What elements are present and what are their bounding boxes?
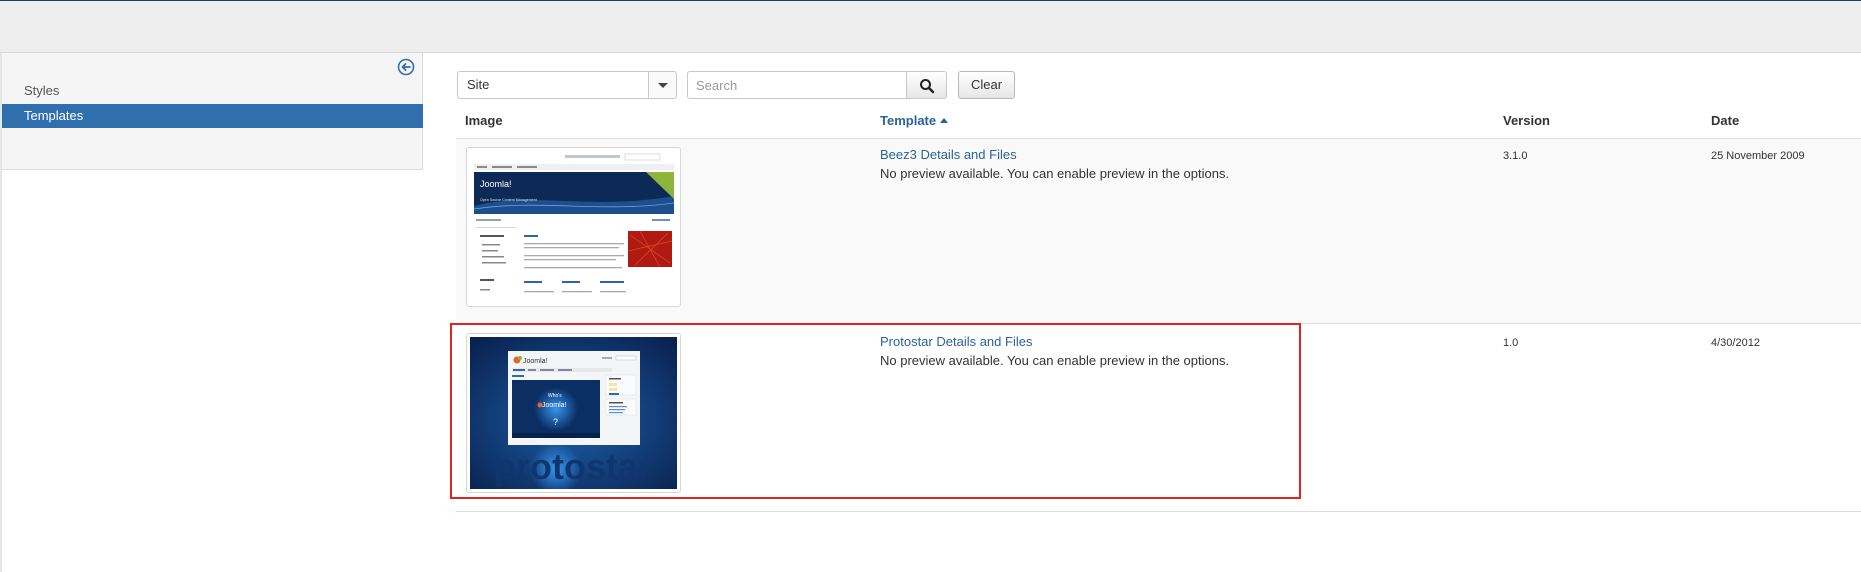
column-header-version: Version [1503,113,1550,128]
search-button[interactable] [906,71,947,99]
select-dropdown-toggle[interactable] [648,72,676,98]
sidebar-item-label: Templates [24,108,84,123]
template-link-beez3[interactable]: Beez3 Details and Files [880,147,1017,162]
template-note: No preview available. You can enable pre… [880,166,1230,181]
sidebar-item-templates[interactable]: Templates [2,104,423,128]
template-version: 1.0 [1503,337,1519,349]
template-date: 4/30/2012 [1711,337,1760,349]
sidebar: Styles Templates [2,53,423,170]
svg-text:Joomla!: Joomla! [542,402,567,409]
template-date: 25 November 2009 [1711,150,1805,162]
sort-ascending-icon [940,118,949,123]
client-select[interactable]: Site [457,71,677,99]
thumb-logo-text: Joomla! [523,358,548,365]
client-select-value: Site [467,77,490,92]
caret-down-icon [658,83,668,88]
arrow-left-circle-icon[interactable] [397,58,415,76]
column-header-date: Date [1711,113,1740,128]
template-link-protostar[interactable]: Protostar Details and Files [880,334,1032,349]
thumb-site-title: Joomla! [480,179,512,189]
sidebar-item-label: Styles [24,83,60,98]
thumb-wordmark: protostar [494,446,652,487]
column-header-template[interactable]: Template [880,113,949,128]
top-toolbar-area [0,0,1861,53]
template-note: No preview available. You can enable pre… [880,353,1230,368]
template-version: 3.1.0 [1503,150,1528,162]
sidebar-item-styles[interactable]: Styles [2,79,423,103]
protostar-thumbnail[interactable]: Joomla! Who's Joomla! ? protostar [466,333,681,493]
svg-text:Who's: Who's [548,393,562,399]
beez3-thumbnail[interactable]: Joomla! Open Source Content Management [466,147,681,307]
thumb-tagline: Open Source Content Management [480,198,537,202]
column-header-template-label: Template [880,113,937,128]
search-input[interactable] [687,71,907,99]
column-header-image: Image [465,113,503,128]
svg-text:?: ? [553,417,558,427]
search-icon [920,79,935,94]
clear-button[interactable]: Clear [958,71,1015,99]
table-row-divider [456,511,1861,512]
